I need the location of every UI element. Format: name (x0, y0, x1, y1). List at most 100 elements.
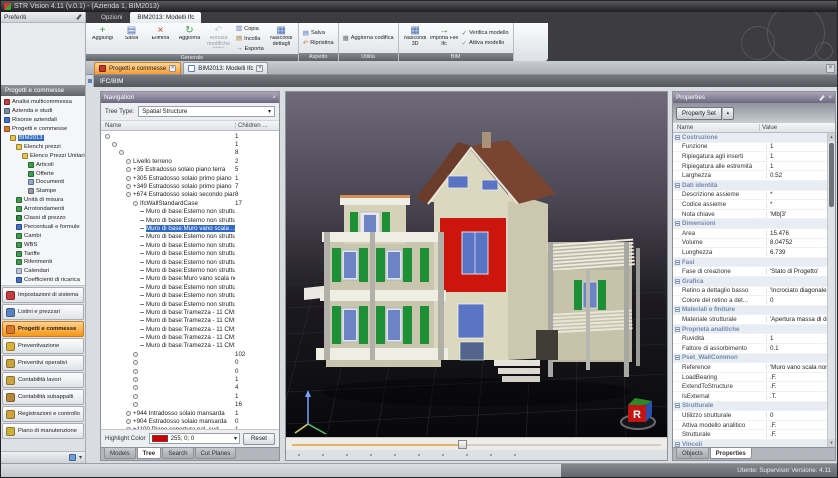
close-icon[interactable]: × (826, 64, 835, 73)
module-button[interactable]: Piano di manutenzione (2, 423, 84, 439)
ribbon-tab[interactable]: BIM2013: Modelli Ifc (130, 12, 201, 23)
property-row[interactable]: Fattore di assorbimento 0.1 (673, 344, 827, 354)
chevron-up-icon[interactable]: ▴ (723, 107, 734, 120)
ribbon-button[interactable]: ▦Nascondi dettagli (267, 24, 296, 53)
property-row[interactable]: IsExternal .T. (673, 392, 827, 402)
column-children[interactable]: Children ... (235, 122, 279, 129)
tree-item[interactable]: Calendari (1, 267, 85, 276)
doc-tab-bim2013[interactable]: BIM2013: Modelli Ifc × (183, 62, 268, 74)
property-row[interactable]: ExtendToStructure .F. (673, 382, 827, 392)
property-row[interactable]: Colore del retino a det... 0 (673, 296, 827, 306)
close-icon[interactable]: × (169, 65, 176, 72)
property-row[interactable]: Funzione 1 (673, 143, 827, 153)
ifc-tree-row[interactable]: 4 (101, 384, 279, 392)
tree-item[interactable]: Offerte (1, 169, 85, 178)
close-icon[interactable]: × (828, 95, 832, 101)
ifc-tree-row[interactable]: Muro di base:Tramezza - 11 CM:17... (101, 342, 279, 350)
property-row[interactable]: Utilizzo strutturale 0 (673, 411, 827, 421)
column-name[interactable]: Name (101, 122, 235, 129)
pin-icon[interactable] (76, 14, 81, 20)
ifc-tree-row[interactable]: Livello terreno 2 (101, 157, 279, 165)
tree-item[interactable]: Progetti e commesse (1, 125, 85, 134)
tree-item[interactable]: Unità di misura (1, 196, 85, 205)
module-button[interactable]: Contabilità lavori (2, 372, 84, 388)
viewport-canvas[interactable]: R (286, 92, 667, 437)
ifc-tree-row[interactable]: 1 (101, 140, 279, 148)
property-row[interactable]: Fase di creazione 'Stato di Progetto' (673, 267, 827, 277)
ifc-tree-row[interactable]: IfcWallStandardCase 17 (101, 199, 279, 207)
ribbon-button[interactable]: ▤Salva (117, 24, 146, 53)
navigation-tab[interactable]: Tree (137, 448, 162, 459)
module-button[interactable]: Registrazioni e controllo (2, 406, 84, 422)
slider-handle[interactable] (458, 440, 467, 449)
pin-icon[interactable] (820, 95, 825, 101)
tree-item[interactable]: Articoli (1, 160, 85, 169)
navigation-tab[interactable]: Search (162, 448, 193, 459)
ifc-tree-row[interactable]: +35 Estradosso solaio piano terra 5 (101, 166, 279, 174)
property-row[interactable]: Vincoli (673, 440, 827, 447)
ribbon-button[interactable]: ▦Aggiorna codifica (341, 34, 396, 43)
tree-item[interactable]: Elenchi prezzi (1, 142, 85, 151)
module-button[interactable]: Progetti e commesse (2, 321, 84, 337)
tree-item[interactable]: Percentuali e formule (1, 222, 85, 231)
ribbon-button[interactable]: ✓Verifica modello (460, 29, 511, 38)
ribbon-button[interactable]: ▦Nascondi 3D (401, 24, 430, 52)
ribbon-button[interactable]: →Esporta (234, 44, 266, 53)
tree-item[interactable]: BIM2013 (1, 134, 85, 143)
ifc-tree-row[interactable]: Muro di base:Esterno non struttural... (101, 291, 279, 299)
property-row[interactable]: Proprietà analitiche (673, 325, 827, 335)
ifc-tree-row[interactable]: Muro di base:Muro vano scala ... (101, 224, 279, 232)
property-row[interactable]: Materiale strutturale 'Apertura massa di… (673, 315, 827, 325)
ribbon-button[interactable]: →Importa File Ifc (430, 24, 459, 52)
properties-tab[interactable]: Properties (710, 448, 752, 459)
ifc-tree-row[interactable]: Muro di base:Esterno non struttural... (101, 283, 279, 291)
tree-item[interactable]: Stampe (1, 187, 85, 196)
column-value[interactable]: Value (759, 124, 835, 131)
tree-item[interactable]: Analisi multicommessa (1, 98, 85, 107)
navigation-tab[interactable]: Models (104, 448, 136, 459)
module-button[interactable]: Listini e prezzari (2, 304, 84, 320)
ifc-tree-row[interactable]: +674 Estradosso solaio secondo piano 8 (101, 191, 279, 199)
ifc-tree-row[interactable]: Muro di base:Esterno non struttural... (101, 266, 279, 274)
property-row[interactable]: Volume 8.04752 (673, 239, 827, 249)
navigation-tab[interactable]: Cut Planes (195, 448, 237, 459)
ifc-tree-row[interactable]: 1 (101, 375, 279, 383)
tree-item[interactable]: Azienda e studi (1, 107, 85, 116)
property-row[interactable]: Dimensioni (673, 219, 827, 229)
ifc-tree-row[interactable]: 1 (101, 132, 279, 140)
ribbon-button[interactable]: ▥Copia (234, 24, 266, 33)
ifc-tree-row[interactable]: 0 (101, 359, 279, 367)
property-row[interactable]: Codice assieme * (673, 200, 827, 210)
tree-item[interactable]: Documenti (1, 178, 85, 187)
ifc-tree-row[interactable]: +349 Estradosso solaio primo piano 7 (101, 182, 279, 190)
ifc-tree-row[interactable]: Muro di base:Esterno non struttural... (101, 258, 279, 266)
module-button[interactable]: Preventivi operativi (2, 355, 84, 371)
ifc-tree-row[interactable]: Muro di base:Tramezza - 11 CM:17... (101, 317, 279, 325)
module-button[interactable]: Impostazioni di sistema (2, 287, 84, 303)
props-scrollbar[interactable]: ▲ ▼ (827, 133, 835, 447)
ifc-tree-row[interactable]: 102 (101, 350, 279, 358)
tree-item[interactable]: Risorse aziendali (1, 116, 85, 125)
property-set-button[interactable]: Property Set (676, 107, 722, 120)
tree-item[interactable]: Arrotondamenti (1, 205, 85, 214)
reset-button[interactable]: Reset (243, 433, 275, 445)
property-row[interactable]: Descrizione assieme * (673, 191, 827, 201)
tree-item[interactable]: Cambi (1, 231, 85, 240)
property-row[interactable]: Retino a dettaglio basso 'Incrociato dia… (673, 287, 827, 297)
viewport-slider[interactable] (286, 437, 667, 450)
property-row[interactable]: Ripiegatura agli inserti 1 (673, 152, 827, 162)
ribbon-button[interactable]: ▤Salva (301, 29, 336, 38)
ifc-tree-row[interactable]: 16 (101, 401, 279, 409)
close-icon[interactable]: × (272, 95, 276, 101)
ifc-tree-row[interactable]: Muro di base:Esterno non struttural... (101, 300, 279, 308)
ifc-tree-row[interactable]: +305 Estradosso solaio primo piano 1 (101, 174, 279, 182)
property-row[interactable]: Strutturale .F. (673, 430, 827, 440)
ifc-tree-row[interactable]: 1 (101, 392, 279, 400)
module-button[interactable]: Preventivazione (2, 338, 84, 354)
close-icon[interactable]: × (256, 65, 263, 72)
highlight-color-select[interactable]: 255; 0; 0 ▾ (149, 433, 240, 444)
property-row[interactable]: Attiva modello analitico .F. (673, 421, 827, 431)
property-row[interactable]: Costruzione (673, 133, 827, 143)
ribbon-button[interactable]: ↻Aggiorna (175, 24, 204, 53)
property-row[interactable]: Larghezza 0.52 (673, 171, 827, 181)
